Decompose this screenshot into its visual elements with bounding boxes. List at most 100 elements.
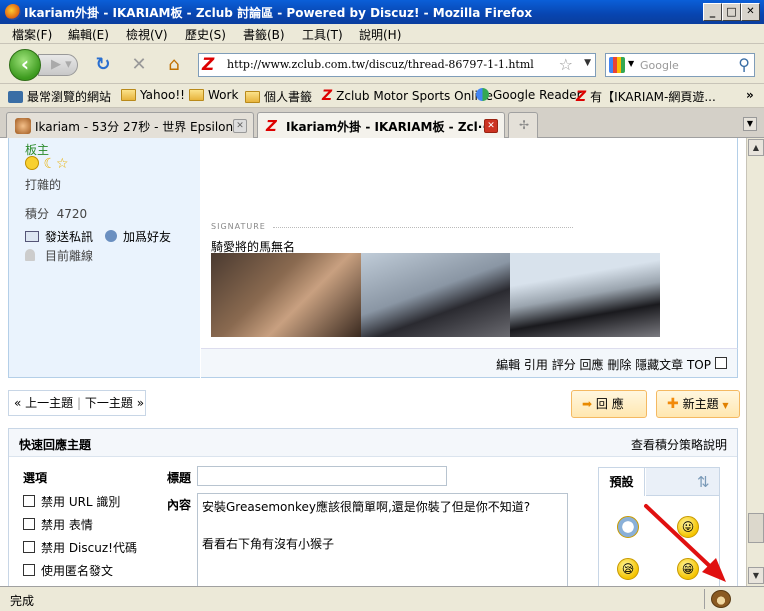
search-bar[interactable]: ▼ Google ⚲ bbox=[605, 53, 755, 77]
search-engine-dropdown-icon[interactable]: ▼ bbox=[628, 59, 634, 68]
content-line: 看看右下角有沒有小猴子 bbox=[202, 537, 335, 551]
bookmark-ikariam[interactable]: Z 有【IKARIAM-網頁遊... bbox=[576, 88, 716, 105]
zclub-favicon-icon: Z bbox=[266, 117, 277, 135]
signature-photo-couple bbox=[211, 253, 361, 337]
tab-ikariam-game[interactable]: Ikariam - 53分 27秒 - 世界 Epsilon ✕ bbox=[6, 112, 254, 138]
menu-bookmarks[interactable]: 書籤(B) bbox=[243, 26, 285, 43]
greasemonkey-icon[interactable] bbox=[711, 590, 731, 608]
reload-icon[interactable]: ↻ bbox=[93, 55, 113, 75]
menu-bar: 檔案(F) 編輯(E) 檢視(V) 歷史(S) 書籤(B) 工具(T) 說明(H… bbox=[0, 24, 764, 44]
bookmark-star-icon[interactable]: ☆ bbox=[559, 55, 573, 74]
bookmark-zclub[interactable]: Z Zclub Motor Sports Online bbox=[322, 88, 493, 104]
url-input[interactable]: http://www.zclub.com.tw/discuz/thread-86… bbox=[227, 58, 534, 71]
tab-list-dropdown-icon[interactable]: ▼ bbox=[743, 117, 757, 131]
checkbox[interactable] bbox=[23, 518, 35, 530]
next-topic-link[interactable]: 下一主題 bbox=[85, 396, 133, 410]
search-icon[interactable]: ⚲ bbox=[738, 55, 750, 74]
menu-view[interactable]: 檢視(V) bbox=[126, 26, 168, 43]
back-button[interactable]: ‹ bbox=[9, 49, 41, 81]
maximize-button[interactable]: □ bbox=[722, 3, 741, 21]
post-actions-bar: 編輯 引用 評分 回應 刪除 隱藏文章 TOP bbox=[201, 348, 738, 378]
folder-icon bbox=[121, 89, 136, 101]
checkbox[interactable] bbox=[23, 564, 35, 576]
thread-nav: « 上一主題 | 下一主題 » bbox=[8, 390, 146, 416]
bookmark-work[interactable]: Work bbox=[189, 88, 238, 104]
option-disable-url[interactable]: 禁用 URL 識別 bbox=[23, 493, 120, 510]
post-select-checkbox[interactable] bbox=[715, 357, 727, 369]
menu-history[interactable]: 歷史(S) bbox=[185, 26, 226, 43]
user-title: 打雜的 bbox=[25, 178, 62, 192]
checkbox[interactable] bbox=[23, 495, 35, 507]
bookmarks-overflow-chevron-icon[interactable]: » bbox=[746, 88, 754, 104]
ikariam-favicon-icon bbox=[15, 118, 31, 134]
url-bar[interactable]: Z http://www.zclub.com.tw/discuz/thread-… bbox=[198, 53, 596, 77]
window-title-bar[interactable]: Ikariam外掛 - IKARIAM板 - Zclub 討論區 - Power… bbox=[0, 0, 764, 24]
checkbox[interactable] bbox=[23, 541, 35, 553]
user-points: 積分 4720 bbox=[25, 207, 88, 221]
smiley-clock-icon[interactable] bbox=[617, 516, 639, 538]
vertical-scrollbar[interactable]: ▲ ▼ bbox=[746, 138, 764, 586]
reply-button[interactable]: ➡ 回 應 bbox=[571, 390, 647, 418]
close-button[interactable]: ✕ bbox=[741, 3, 760, 21]
annotation-arrow-icon bbox=[644, 504, 726, 582]
bookmark-google-reader[interactable]: Google Reader bbox=[476, 88, 582, 104]
new-tab-button[interactable]: ✢ bbox=[508, 112, 538, 138]
zclub-favicon-icon: Z bbox=[202, 55, 215, 75]
expand-arrows-icon[interactable]: ⇅ bbox=[697, 473, 710, 491]
tab-ikariam-forum[interactable]: Z Ikariam外掛 - IKARIAM板 - Zcl··· ✕ bbox=[257, 112, 505, 139]
scroll-thumb[interactable] bbox=[748, 513, 764, 543]
content-textarea[interactable]: 安裝Greasemonkey應該很簡單啊,還是你裝了但是你不知道? 看看右下角有… bbox=[197, 493, 568, 586]
google-engine-icon[interactable] bbox=[609, 57, 625, 73]
content-line: 安裝Greasemonkey應該很簡單啊,還是你裝了但是你不知道? bbox=[202, 500, 531, 514]
add-friend-link[interactable]: 加爲好友 bbox=[105, 228, 171, 245]
forward-button[interactable]: ▶ ▾ bbox=[38, 54, 78, 76]
post-action-links[interactable]: 編輯 引用 評分 回應 刪除 隱藏文章 TOP bbox=[496, 356, 711, 373]
minimize-button[interactable]: _ bbox=[703, 3, 722, 21]
menu-file[interactable]: 檔案(F) bbox=[12, 26, 52, 43]
firefox-icon bbox=[5, 4, 21, 20]
new-topic-button[interactable]: ✚ 新主題 ▼ bbox=[656, 390, 740, 418]
status-text: 完成 bbox=[10, 594, 35, 608]
stop-icon[interactable]: ✕ bbox=[129, 55, 149, 75]
option-disable-smilies[interactable]: 禁用 表情 bbox=[23, 516, 93, 533]
folder-icon bbox=[245, 91, 260, 103]
smiley-sleepy-icon[interactable]: 😪 bbox=[617, 558, 639, 580]
signature-label: SIGNATURE bbox=[211, 222, 266, 231]
signature-photo-motorcycle bbox=[510, 253, 660, 337]
menu-edit[interactable]: 編輯(E) bbox=[68, 26, 109, 43]
bookmarks-toolbar: 最常瀏覽的網站 Yahoo!! Work 個人書籤 Z Zclub Motor S… bbox=[0, 84, 764, 108]
points-help-link[interactable]: 查看積分策略說明 bbox=[631, 436, 727, 453]
scroll-up-icon[interactable]: ▲ bbox=[748, 139, 764, 156]
menu-tools[interactable]: 工具(T) bbox=[302, 26, 343, 43]
content-label: 內容 bbox=[167, 498, 192, 512]
search-input[interactable]: Google bbox=[640, 59, 679, 72]
prev-topic-link[interactable]: 上一主題 bbox=[25, 396, 73, 410]
zclub-icon: Z bbox=[322, 88, 333, 104]
moon-icon: ☾ bbox=[43, 156, 57, 172]
add-user-icon bbox=[105, 230, 117, 242]
url-dropdown-icon[interactable]: ▼ bbox=[584, 58, 591, 68]
subject-input[interactable] bbox=[197, 466, 447, 486]
quick-reply-header: 快速回應主題 查看積分策略說明 bbox=[9, 429, 737, 457]
chevron-down-icon: ▼ bbox=[722, 401, 729, 410]
reply-arrow-icon: ➡ bbox=[582, 397, 593, 411]
rank-icons: ☾☆ bbox=[25, 156, 69, 172]
bookmark-personal[interactable]: 個人書籤 bbox=[245, 88, 312, 104]
page-content: 板主 ☾☆ 打雜的 積分 4720 發送私訊 加爲好友 目前離線 SIGNATU… bbox=[0, 138, 746, 586]
option-disable-discuz-code[interactable]: 禁用 Discuz!代碼 bbox=[23, 539, 137, 556]
bookmark-yahoo[interactable]: Yahoo!! bbox=[121, 88, 185, 104]
tab-close-icon[interactable]: ✕ bbox=[484, 119, 498, 133]
scroll-down-icon[interactable]: ▼ bbox=[748, 567, 764, 584]
send-pm-link[interactable]: 發送私訊 bbox=[25, 228, 93, 245]
home-icon[interactable]: ⌂ bbox=[164, 55, 184, 75]
post-border bbox=[737, 138, 738, 378]
quick-reply-panel: 快速回應主題 查看積分策略說明 選項 禁用 URL 識別 禁用 表情 禁用 Di… bbox=[8, 428, 738, 586]
bookmark-most-visited[interactable]: 最常瀏覽的網站 bbox=[8, 88, 111, 104]
tab-close-icon[interactable]: ✕ bbox=[233, 119, 247, 133]
option-anonymous[interactable]: 使用匿名發文 bbox=[23, 562, 113, 579]
status-bar: 完成 bbox=[0, 586, 764, 611]
smiley-tab-default[interactable]: 預設 bbox=[599, 468, 645, 496]
author-profile-panel: 板主 ☾☆ 打雜的 積分 4720 發送私訊 加爲好友 目前離線 bbox=[8, 138, 200, 378]
status-divider bbox=[704, 589, 705, 609]
menu-help[interactable]: 說明(H) bbox=[359, 26, 401, 43]
